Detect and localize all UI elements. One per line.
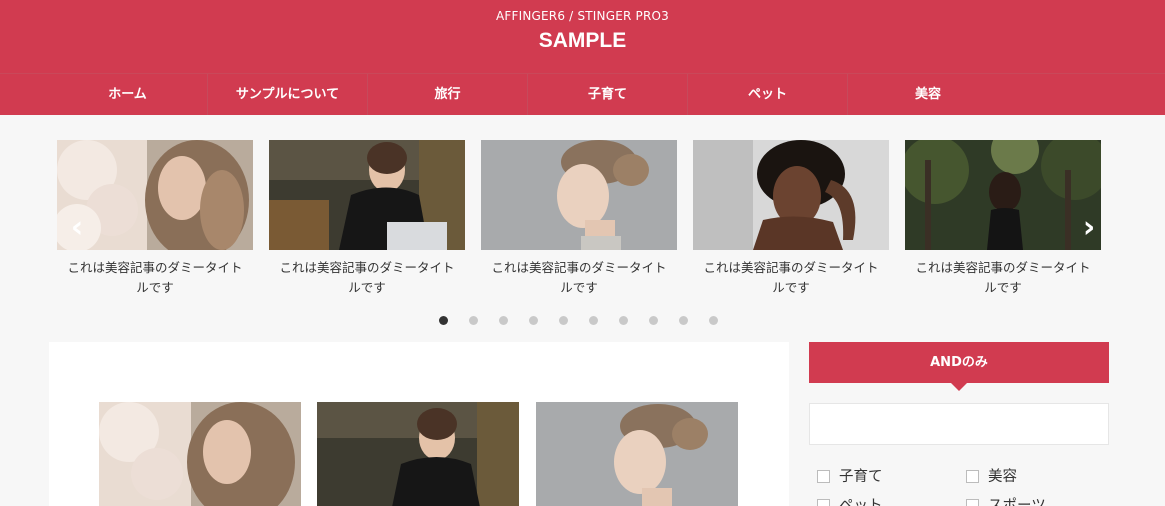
slider-dot[interactable]: [709, 316, 718, 325]
slider-dot[interactable]: [679, 316, 688, 325]
slide-caption[interactable]: これは美容記事のダミータイトルです: [693, 258, 889, 298]
checkbox-label: 子育て: [839, 469, 883, 485]
slide-5[interactable]: これは美容記事のダミータイトルです: [905, 140, 1101, 298]
nav-item-pets[interactable]: ペット: [688, 74, 848, 115]
checkbox-label: スポーツ: [988, 498, 1046, 506]
slider-dot[interactable]: [439, 316, 448, 325]
slide-caption[interactable]: これは美容記事のダミータイトルです: [269, 258, 465, 298]
slider-dot[interactable]: [589, 316, 598, 325]
slider-dot[interactable]: [529, 316, 538, 325]
slider-dot[interactable]: [499, 316, 508, 325]
slide-3[interactable]: これは美容記事のダミータイトルです: [481, 140, 677, 298]
checkbox-beauty[interactable]: 美容: [966, 467, 1017, 487]
slide-image[interactable]: [481, 140, 677, 250]
post-thumbnail[interactable]: [317, 402, 519, 506]
nav-item-beauty[interactable]: 美容: [848, 74, 1008, 115]
slider-dot[interactable]: [619, 316, 628, 325]
checkbox-sports[interactable]: スポーツ: [966, 496, 1046, 506]
slider-dot[interactable]: [649, 316, 658, 325]
slide-image[interactable]: [693, 140, 889, 250]
checkbox-icon[interactable]: [966, 470, 979, 483]
slide-caption[interactable]: これは美容記事のダミータイトルです: [57, 258, 253, 298]
site-header: AFFINGER6 / STINGER PRO3 SAMPLE: [0, 0, 1165, 73]
widget-title-label: ANDのみ: [930, 355, 988, 370]
slide-2[interactable]: これは美容記事のダミータイトルです: [269, 140, 465, 298]
search-input[interactable]: [809, 403, 1109, 445]
slide-caption[interactable]: これは美容記事のダミータイトルです: [481, 258, 677, 298]
checkbox-icon[interactable]: [817, 499, 830, 506]
nav-item-parenting[interactable]: 子育て: [528, 74, 688, 115]
widget-title: ANDのみ: [809, 342, 1109, 391]
triangle-down-icon: [951, 383, 967, 391]
chevron-right-icon[interactable]: ›: [1078, 213, 1100, 243]
slide-caption[interactable]: これは美容記事のダミータイトルです: [905, 258, 1101, 298]
checkbox-label: ペット: [839, 498, 883, 506]
checkbox-label: 美容: [988, 469, 1017, 485]
slide-image[interactable]: [905, 140, 1101, 250]
nav-item-home[interactable]: ホーム: [48, 74, 208, 115]
nav-item-travel[interactable]: 旅行: [368, 74, 528, 115]
slide-4[interactable]: これは美容記事のダミータイトルです: [693, 140, 889, 298]
slider-dot[interactable]: [469, 316, 478, 325]
checkbox-pets[interactable]: ペット: [817, 496, 883, 506]
checkbox-icon[interactable]: [966, 499, 979, 506]
checkbox-parenting[interactable]: 子育て: [817, 467, 883, 487]
post-thumbnail[interactable]: [99, 402, 301, 506]
slider-dot[interactable]: [559, 316, 568, 325]
slide-image[interactable]: [269, 140, 465, 250]
chevron-left-icon[interactable]: ‹: [66, 213, 88, 243]
post-thumbnail[interactable]: [536, 402, 738, 506]
site-tagline: AFFINGER6 / STINGER PRO3: [495, 9, 669, 23]
main-nav: ホーム サンプルについて 旅行 子育て ペット 美容: [0, 73, 1165, 115]
checkbox-icon[interactable]: [817, 470, 830, 483]
nav-item-about[interactable]: サンプルについて: [208, 74, 368, 115]
site-title[interactable]: SAMPLE: [0, 29, 1165, 53]
